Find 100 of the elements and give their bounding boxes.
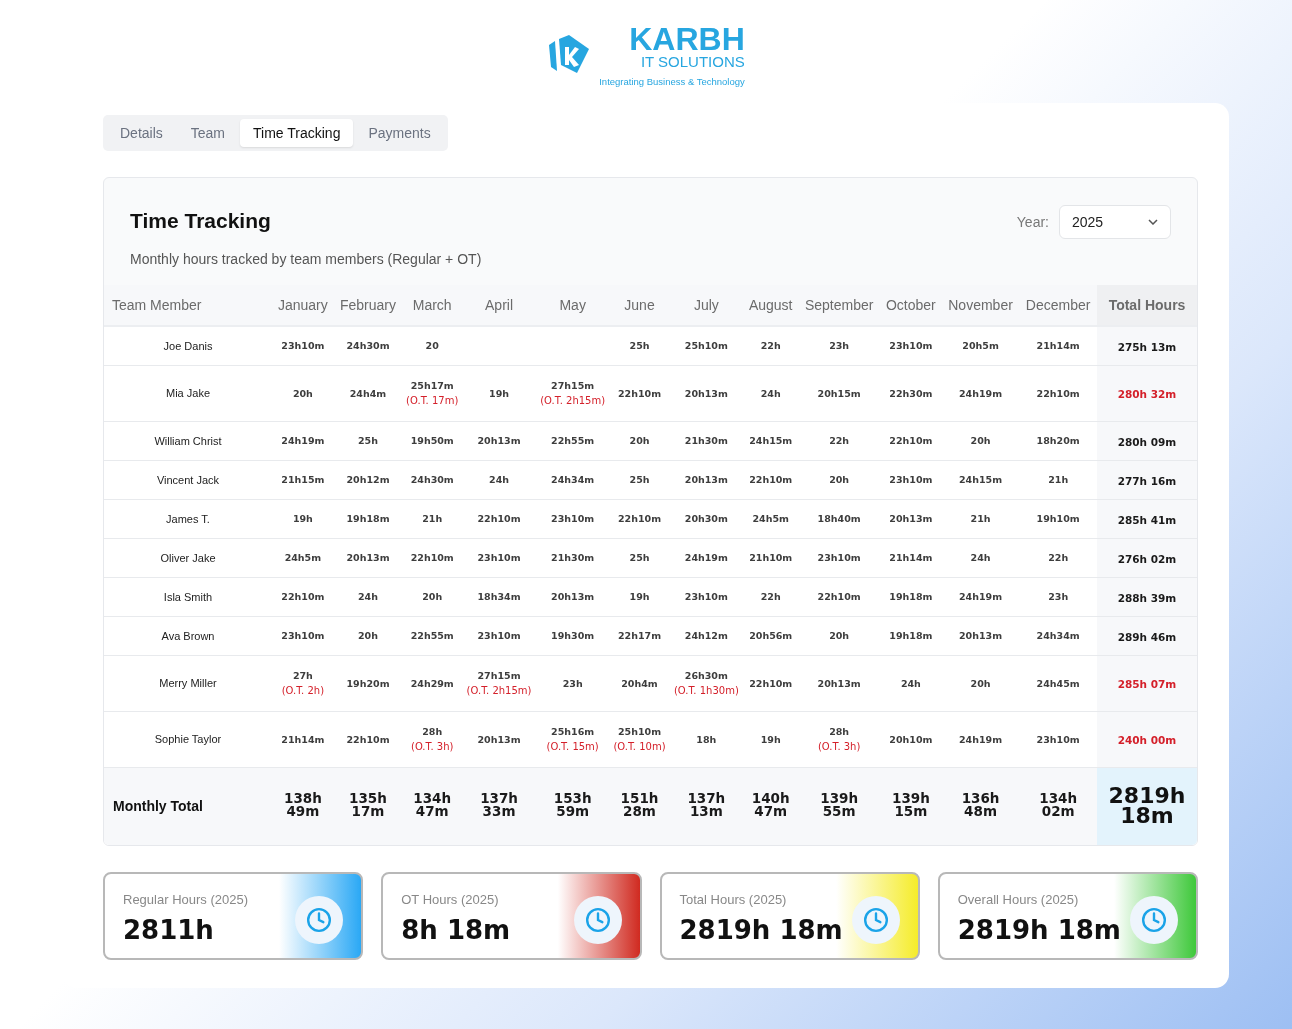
clock-icon xyxy=(306,907,333,933)
overtime-note: (O.T. 2h15m) xyxy=(539,395,607,406)
hours-value: 26h30m xyxy=(683,670,729,681)
hours-value: 23h10m xyxy=(280,340,326,352)
hours-value: 24h xyxy=(899,677,922,689)
hours-value: 23h10m xyxy=(550,513,596,524)
hours-value: 21h14m xyxy=(280,733,326,745)
hours-value: 24h19m xyxy=(958,733,1004,745)
monthly-total-value: 137h 13m xyxy=(687,792,726,819)
hours-value: 18h34m xyxy=(476,591,522,602)
member-name: Isla Smith xyxy=(104,577,272,616)
hours-value: 19h xyxy=(488,387,511,399)
column-header: July xyxy=(669,285,744,326)
hours-value: 28h xyxy=(421,726,444,737)
overtime-note: (O.T. 3h) xyxy=(410,741,455,752)
tab[interactable]: Team xyxy=(177,119,239,147)
column-header: September xyxy=(798,285,880,326)
hours-value: 24h29m xyxy=(409,677,455,689)
hours-value: 20h4m xyxy=(620,677,659,689)
hours-value: 22h10m xyxy=(280,591,326,602)
total-hours: 289h 46m xyxy=(1117,630,1177,643)
hours-value: 23h10m xyxy=(888,340,934,352)
hours-value: 20h13m xyxy=(888,513,934,524)
hours-value: 22h xyxy=(828,435,851,446)
member-name: Mia Jake xyxy=(104,365,272,421)
monthly-total-label: Monthly Total xyxy=(112,798,203,815)
hours-value: 23h xyxy=(1047,591,1070,602)
hours-value: 20h13m xyxy=(476,435,522,446)
hours-value: 21h14m xyxy=(888,552,934,563)
hours-value: 25h17m xyxy=(409,380,455,391)
column-header: October xyxy=(880,285,942,326)
column-header: April xyxy=(462,285,536,326)
hours-value: 19h18m xyxy=(888,591,934,602)
hours-value: 23h10m xyxy=(476,630,522,641)
total-hours: 280h 32m xyxy=(1117,388,1177,400)
hours-value: 20h xyxy=(357,630,379,641)
hours-value: 20h xyxy=(969,435,992,446)
stat-value: 2819h 18m xyxy=(679,915,843,945)
hours-value: 20h30m xyxy=(683,513,729,524)
hours-value: 25h xyxy=(628,340,651,352)
stat-label: Total Hours (2025) xyxy=(679,892,788,907)
hours-value: 21h30m xyxy=(683,435,729,446)
hours-value: 20h xyxy=(291,387,314,399)
hours-value: 22h30m xyxy=(888,387,934,399)
year-select[interactable]: 2025 xyxy=(1059,205,1171,239)
stat-value: 8h 18m xyxy=(401,915,511,945)
hours-value: 22h10m xyxy=(888,435,934,446)
hours-value: 20h12m xyxy=(345,474,391,485)
hours-value: 22h10m xyxy=(816,591,862,602)
grand-total: 2819h 18m xyxy=(1108,785,1186,826)
member-name: Merry Miller xyxy=(104,655,272,711)
column-header: Total Hours xyxy=(1097,285,1197,326)
hours-value: 22h xyxy=(759,340,782,352)
hours-value: 24h5m xyxy=(751,513,790,524)
clock-icon xyxy=(1141,907,1167,933)
hours-value: 20h5m xyxy=(961,340,1000,352)
hours-value: 21h xyxy=(1047,474,1070,485)
hours-value: 24h30m xyxy=(345,340,391,352)
hours-value: 20h10m xyxy=(888,733,934,745)
hours-value: 22h10m xyxy=(409,552,455,563)
column-header: December xyxy=(1019,285,1097,326)
hours-value: 24h xyxy=(488,474,511,485)
hours-value: 19h50m xyxy=(409,435,455,446)
hours-value: 24h19m xyxy=(683,552,729,563)
hours-value: 24h xyxy=(759,387,782,399)
hours-value: 22h xyxy=(1047,552,1070,563)
monthly-total-value: 138h 49m xyxy=(284,792,322,819)
tab[interactable]: Payments xyxy=(355,119,444,147)
card-title: Time Tracking xyxy=(130,209,272,233)
member-name: Sophie Taylor xyxy=(104,711,272,767)
hours-value: 24h30m xyxy=(409,474,455,485)
tab[interactable]: Time Tracking xyxy=(240,119,354,147)
hours-value: 27h xyxy=(291,670,314,681)
hours-value: 22h10m xyxy=(748,474,794,485)
hours-value: 20h13m xyxy=(958,630,1004,641)
total-hours: 285h 07m xyxy=(1117,678,1177,690)
logo-icon xyxy=(547,35,592,75)
hours-value: 22h10m xyxy=(748,677,794,689)
clock-icon xyxy=(862,907,889,933)
hours-value: 19h30m xyxy=(550,630,596,641)
hours-value: 20h13m xyxy=(550,591,596,602)
hours-value: 19h10m xyxy=(1035,513,1081,524)
tab[interactable]: Details xyxy=(107,119,176,147)
total-hours: 277h 16m xyxy=(1117,474,1177,487)
hours-value: 21h xyxy=(421,513,444,524)
hours-value: 19h xyxy=(759,733,782,745)
hours-value: 22h17m xyxy=(616,630,663,641)
hours-value: 24h34m xyxy=(1035,630,1081,641)
hours-value: 20h13m xyxy=(683,387,729,399)
monthly-total-value: 151h 28m xyxy=(620,792,659,819)
hours-value: 24h xyxy=(357,591,379,602)
hours-value: 22h xyxy=(759,591,782,602)
hours-value: 24h15m xyxy=(958,474,1004,485)
hours-value: 24h12m xyxy=(683,630,729,641)
column-header: January xyxy=(272,285,334,326)
hours-value: 25h xyxy=(357,435,379,446)
monthly-total-value: 139h 55m xyxy=(820,792,859,819)
hours-value: 23h xyxy=(561,677,584,689)
hours-value: 24h5m xyxy=(283,552,323,563)
hours-value: 20h13m xyxy=(345,552,391,563)
